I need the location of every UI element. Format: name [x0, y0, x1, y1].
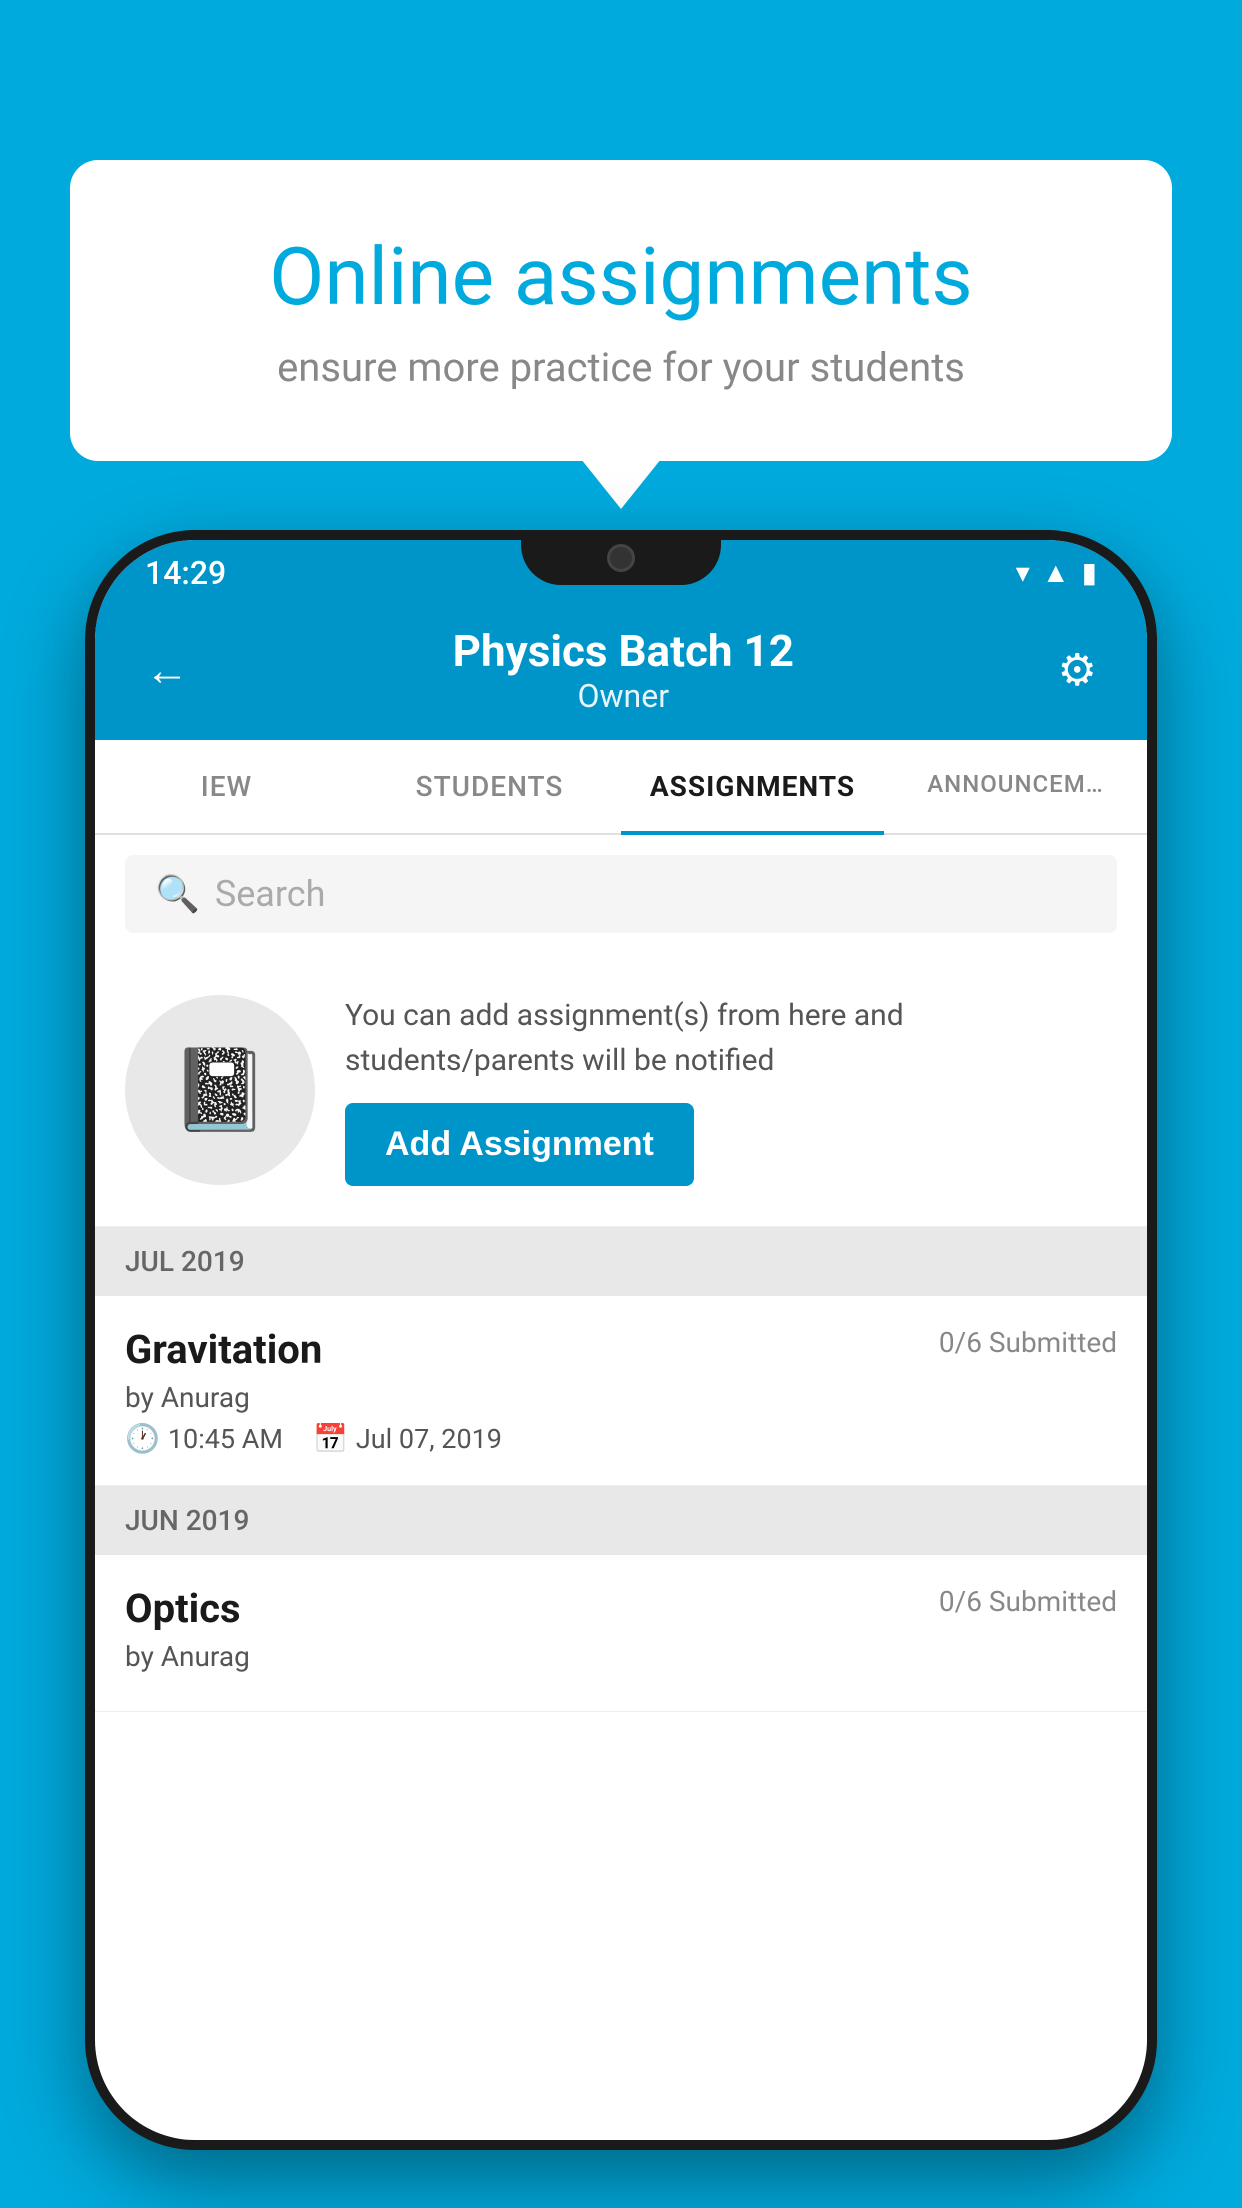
time-value-gravitation: 10:45 AM: [168, 1423, 283, 1455]
search-container: 🔍 Search: [95, 835, 1147, 953]
promo-text: You can add assignment(s) from here and …: [345, 993, 1117, 1083]
search-icon: 🔍: [155, 873, 200, 915]
assignment-submitted-optics: 0/6 Submitted: [939, 1585, 1117, 1618]
phone-camera: [607, 544, 635, 572]
assignment-name-gravitation: Gravitation: [125, 1326, 322, 1373]
add-assignment-button[interactable]: Add Assignment: [345, 1103, 694, 1186]
promo-icon-circle: 📓: [125, 995, 315, 1185]
assignment-row1: Gravitation 0/6 Submitted: [125, 1326, 1117, 1373]
status-time: 14:29: [145, 554, 226, 592]
phone-frame: 14:29 ▾ ▲ ▮ ← Physics Batch 12 Owner ⚙ I…: [85, 530, 1157, 2150]
tab-announcements[interactable]: ANNOUNCEM…: [884, 740, 1147, 833]
tab-students[interactable]: STUDENTS: [358, 740, 621, 833]
date-value-gravitation: Jul 07, 2019: [356, 1423, 502, 1455]
notebook-icon: 📓: [170, 1043, 270, 1137]
assignment-by-optics: by Anurag: [125, 1640, 1117, 1673]
tab-iew[interactable]: IEW: [95, 740, 358, 833]
header-title: Physics Batch 12: [453, 625, 794, 677]
assignment-item-optics[interactable]: Optics 0/6 Submitted by Anurag: [95, 1555, 1147, 1712]
phone-wrapper: 14:29 ▾ ▲ ▮ ← Physics Batch 12 Owner ⚙ I…: [85, 530, 1157, 2208]
section-header-jun: JUN 2019: [95, 1486, 1147, 1555]
phone-notch: [521, 530, 721, 585]
tab-assignments[interactable]: ASSIGNMENTS: [621, 740, 884, 833]
search-box[interactable]: 🔍 Search: [125, 855, 1117, 933]
phone-screen: 14:29 ▾ ▲ ▮ ← Physics Batch 12 Owner ⚙ I…: [95, 540, 1147, 2140]
wifi-icon: ▾: [1016, 556, 1030, 589]
header-subtitle: Owner: [453, 677, 794, 715]
tabs-bar: IEW STUDENTS ASSIGNMENTS ANNOUNCEM…: [95, 740, 1147, 835]
meta-time-gravitation: 🕐 10:45 AM: [125, 1422, 283, 1455]
battery-icon: ▮: [1082, 556, 1097, 589]
assignment-name-optics: Optics: [125, 1585, 241, 1632]
assignment-row1-optics: Optics 0/6 Submitted: [125, 1585, 1117, 1632]
speech-bubble: Online assignments ensure more practice …: [70, 160, 1172, 461]
calendar-icon: 📅: [313, 1422, 348, 1455]
signal-icon: ▲: [1042, 556, 1070, 589]
section-header-jul: JUL 2019: [95, 1227, 1147, 1296]
section-label-jun: JUN 2019: [125, 1504, 249, 1537]
meta-date-gravitation: 📅 Jul 07, 2019: [313, 1422, 502, 1455]
settings-button[interactable]: ⚙: [1058, 644, 1097, 696]
bubble-subtitle: ensure more practice for your students: [150, 344, 1092, 391]
clock-icon: 🕐: [125, 1422, 160, 1455]
assignment-by-gravitation: by Anurag: [125, 1381, 1117, 1414]
assignment-submitted-gravitation: 0/6 Submitted: [939, 1326, 1117, 1359]
search-placeholder: Search: [215, 873, 326, 915]
section-label-jul: JUL 2019: [125, 1245, 245, 1278]
assignment-item-gravitation[interactable]: Gravitation 0/6 Submitted by Anurag 🕐 10…: [95, 1296, 1147, 1486]
assignment-meta-gravitation: 🕐 10:45 AM 📅 Jul 07, 2019: [125, 1422, 1117, 1455]
promo-section: 📓 You can add assignment(s) from here an…: [95, 953, 1147, 1227]
status-icons: ▾ ▲ ▮: [1016, 556, 1097, 589]
promo-right: You can add assignment(s) from here and …: [345, 993, 1117, 1186]
back-button[interactable]: ←: [145, 644, 189, 696]
app-header: ← Physics Batch 12 Owner ⚙: [95, 605, 1147, 740]
speech-bubble-container: Online assignments ensure more practice …: [70, 160, 1172, 461]
bubble-title: Online assignments: [150, 230, 1092, 324]
header-center: Physics Batch 12 Owner: [453, 625, 794, 715]
